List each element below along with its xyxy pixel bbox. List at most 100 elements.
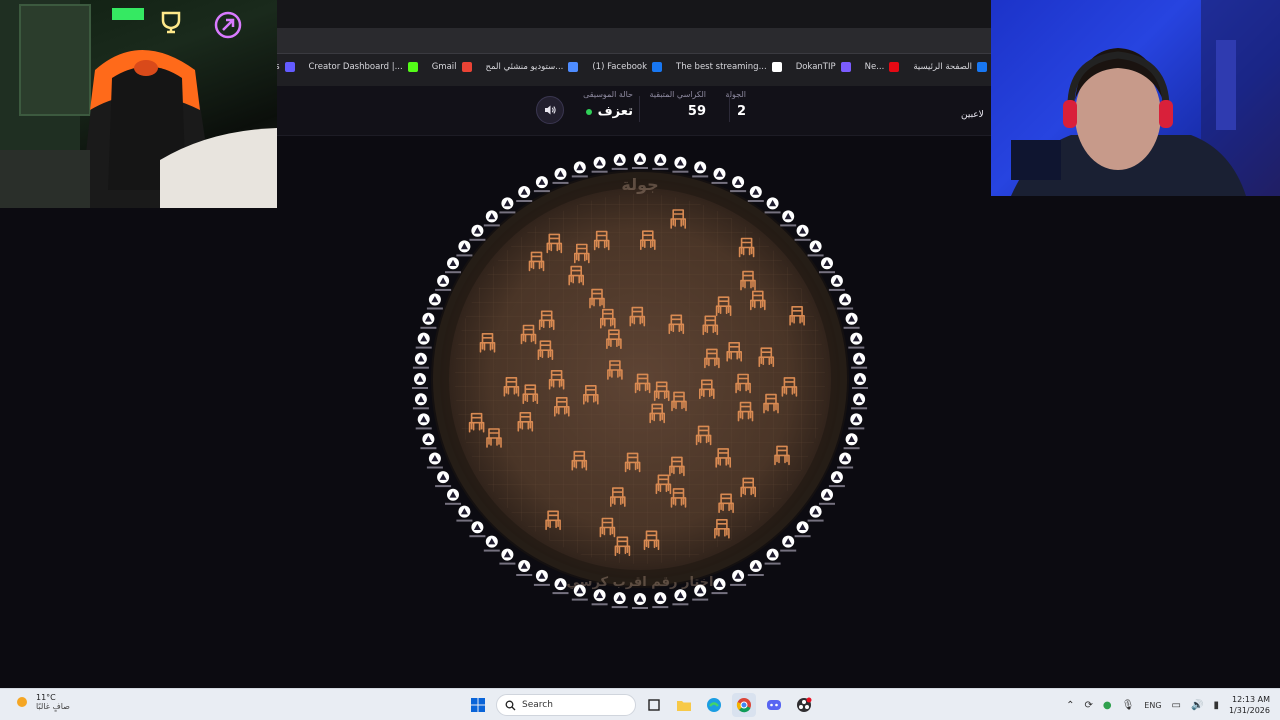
player-avatar[interactable] xyxy=(456,505,473,522)
player-avatar[interactable] xyxy=(851,393,868,410)
player-avatar[interactable] xyxy=(807,505,824,522)
player-avatar[interactable] xyxy=(837,452,854,469)
edge-icon[interactable] xyxy=(702,693,726,717)
player-avatar[interactable] xyxy=(456,240,473,257)
player-avatar[interactable] xyxy=(819,488,835,505)
clock[interactable]: 12:13 AM 1/31/2026 xyxy=(1229,694,1270,716)
bookmark-item[interactable]: The best streaming... xyxy=(676,62,782,72)
player-avatar[interactable] xyxy=(848,413,865,430)
status-icon[interactable]: ● xyxy=(1103,700,1112,711)
player-avatar[interactable] xyxy=(483,535,500,552)
player-avatar[interactable] xyxy=(711,578,728,595)
obs-icon[interactable] xyxy=(792,693,816,717)
player-avatar[interactable] xyxy=(780,210,797,227)
file-explorer-icon[interactable] xyxy=(672,693,696,717)
player-avatar[interactable] xyxy=(483,210,500,227)
player-avatar[interactable] xyxy=(611,592,628,609)
player-avatar[interactable] xyxy=(764,548,781,565)
player-avatar[interactable] xyxy=(571,161,588,178)
player-avatar[interactable] xyxy=(435,274,452,291)
player-avatar[interactable] xyxy=(819,257,835,274)
player-avatar[interactable] xyxy=(516,186,533,202)
player-avatar[interactable] xyxy=(533,176,550,193)
player-avatar[interactable] xyxy=(415,413,432,430)
player-avatar[interactable] xyxy=(412,393,429,410)
volume-icon[interactable]: 🔊 xyxy=(1191,700,1203,711)
player-avatar[interactable] xyxy=(533,569,550,586)
player-avatar[interactable] xyxy=(837,293,854,310)
player-avatar[interactable] xyxy=(426,293,443,310)
player-avatar[interactable] xyxy=(843,433,860,450)
player-avatar[interactable] xyxy=(412,352,429,369)
player-avatar[interactable] xyxy=(591,589,608,606)
taskbar-search[interactable]: Search xyxy=(496,694,636,716)
player-avatar[interactable] xyxy=(652,592,669,609)
player-avatar[interactable] xyxy=(747,560,764,576)
weather-widget[interactable]: 11°C صافٍ غالبًا xyxy=(14,693,70,711)
sound-button[interactable] xyxy=(536,96,564,124)
player-avatar[interactable] xyxy=(807,240,824,257)
player-avatar[interactable] xyxy=(469,521,486,538)
player-avatar[interactable] xyxy=(692,161,709,178)
player-avatar[interactable] xyxy=(730,176,747,193)
player-avatar[interactable] xyxy=(828,274,845,291)
address-bar[interactable] xyxy=(277,28,991,54)
webcam-overlay-right xyxy=(991,0,1280,196)
bookmark-item[interactable]: (1) Facebook xyxy=(592,62,663,72)
bookmark-item[interactable]: Stripe Express xyxy=(277,62,295,72)
player-avatar[interactable] xyxy=(780,535,797,552)
player-avatar[interactable] xyxy=(591,156,608,173)
player-avatar[interactable] xyxy=(420,433,437,450)
player-avatar[interactable] xyxy=(499,548,516,565)
discord-icon[interactable] xyxy=(762,693,786,717)
player-icon xyxy=(782,210,795,223)
player-avatar[interactable] xyxy=(652,153,669,170)
display-icon[interactable]: ▭ xyxy=(1172,700,1181,711)
player-avatar[interactable] xyxy=(848,332,865,349)
battery-icon[interactable]: ▮ xyxy=(1213,700,1219,711)
player-icon xyxy=(766,548,779,561)
player-avatar[interactable] xyxy=(420,312,437,329)
task-view-icon[interactable] xyxy=(642,693,666,717)
player-avatar[interactable] xyxy=(611,153,628,170)
player-avatar[interactable] xyxy=(730,569,747,586)
windows-start-icon[interactable] xyxy=(466,693,490,717)
language-indicator[interactable]: ENG xyxy=(1144,701,1161,710)
player-avatar[interactable] xyxy=(852,373,868,389)
player-avatar[interactable] xyxy=(435,471,452,488)
player-avatar[interactable] xyxy=(445,257,461,274)
bookmark-item[interactable]: ستوديو منشئي المح... xyxy=(486,62,579,72)
players-tab[interactable]: لاعبين xyxy=(961,110,991,120)
player-avatar[interactable] xyxy=(426,452,443,469)
player-avatar[interactable] xyxy=(794,521,811,538)
player-avatar[interactable] xyxy=(843,312,860,329)
player-avatar[interactable] xyxy=(828,471,845,488)
player-avatar[interactable] xyxy=(794,224,811,241)
player-avatar[interactable] xyxy=(632,153,648,169)
bookmark-item[interactable]: DokanTIP xyxy=(796,62,851,72)
chairs-value: 59 xyxy=(687,104,706,119)
chevron-up-icon[interactable]: ⌃ xyxy=(1066,700,1074,711)
player-avatar[interactable] xyxy=(711,167,728,184)
player-avatar[interactable] xyxy=(552,167,569,184)
chrome-icon[interactable] xyxy=(732,693,756,717)
sync-icon[interactable]: ⟳ xyxy=(1084,700,1092,711)
player-avatar[interactable] xyxy=(747,186,764,202)
bookmark-item[interactable]: Creator Dashboard |... xyxy=(309,62,418,72)
player-avatar[interactable] xyxy=(415,332,432,349)
player-avatar[interactable] xyxy=(851,352,868,369)
player-avatar[interactable] xyxy=(764,197,781,214)
player-avatar[interactable] xyxy=(672,156,689,173)
player-name-tag xyxy=(412,387,428,389)
bookmark-item[interactable]: Ne... xyxy=(865,62,900,72)
player-avatar[interactable] xyxy=(632,593,648,609)
bookmark-item[interactable]: الصفحة الرئيسية xyxy=(913,62,987,72)
player-avatar[interactable] xyxy=(672,589,689,606)
player-avatar[interactable] xyxy=(469,224,486,241)
microphone-icon[interactable]: 🎙 xyxy=(1122,700,1135,711)
player-avatar[interactable] xyxy=(412,373,428,389)
player-avatar[interactable] xyxy=(516,560,533,576)
player-avatar[interactable] xyxy=(499,197,516,214)
bookmark-item[interactable]: Gmail xyxy=(432,62,472,72)
player-avatar[interactable] xyxy=(445,488,461,505)
